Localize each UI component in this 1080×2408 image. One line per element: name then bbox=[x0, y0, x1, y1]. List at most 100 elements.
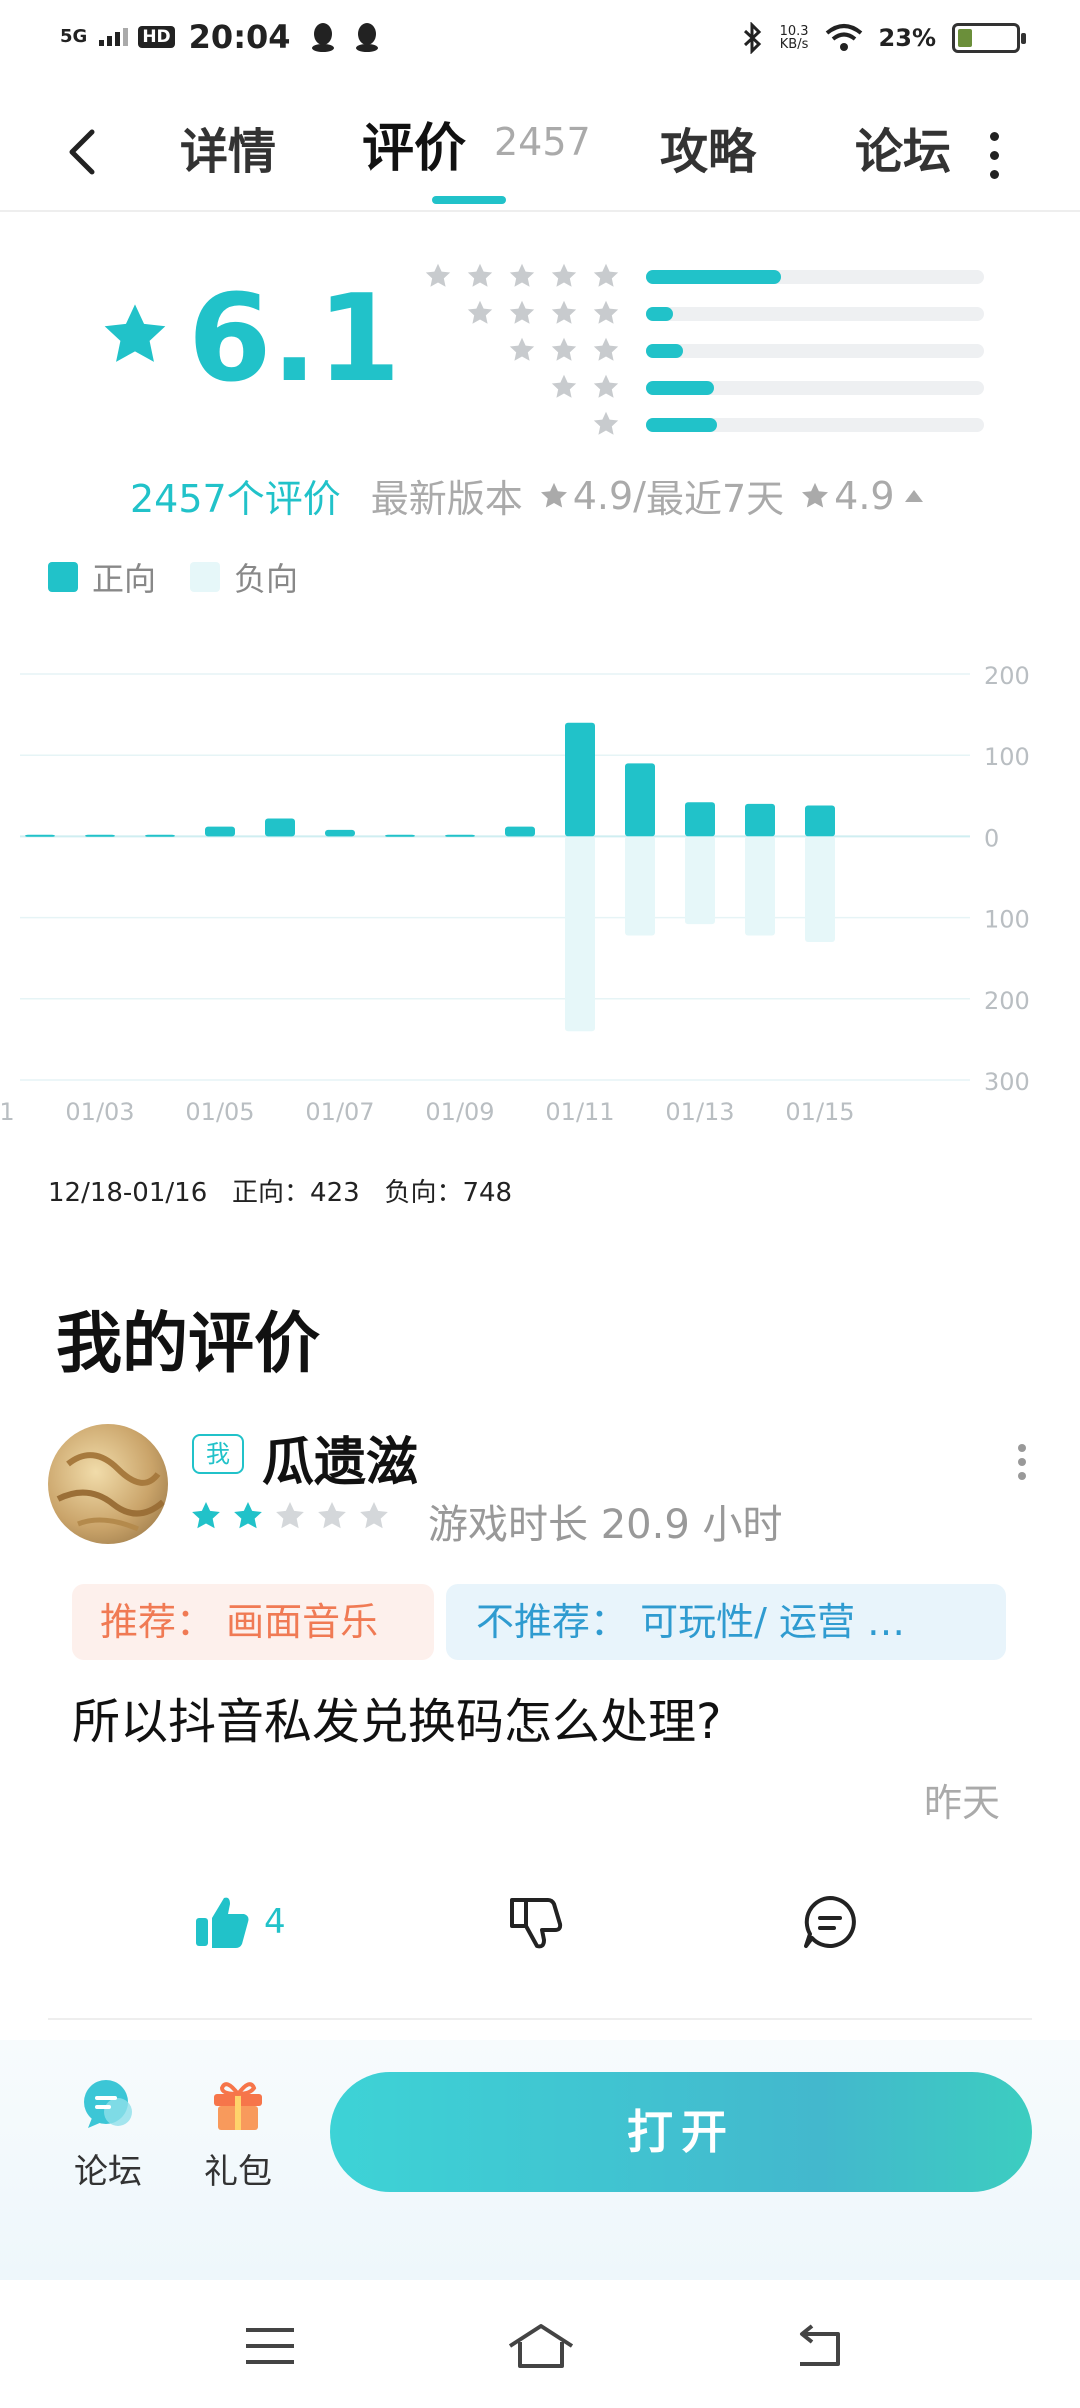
thumbs-down-icon bbox=[510, 1898, 563, 1949]
star-icon bbox=[592, 373, 620, 401]
star-icon bbox=[592, 299, 620, 327]
star-empty-icon bbox=[358, 1500, 390, 1532]
my-review-title: 我的评价 bbox=[56, 1305, 320, 1382]
distribution-row-1-star bbox=[430, 408, 990, 445]
legend-swatch-positive bbox=[48, 562, 78, 592]
star-icon bbox=[276, 1502, 304, 1529]
latest-version-label: 最新版本 bbox=[370, 477, 523, 521]
positive-bar bbox=[85, 834, 115, 837]
gift-button[interactable]: 礼包 bbox=[188, 2074, 288, 2193]
star-icon bbox=[551, 374, 577, 398]
star-icon bbox=[551, 300, 577, 324]
avatar[interactable] bbox=[48, 1424, 168, 1544]
rating-summary: 2457个评价 最新版本 4.9 / 最近7天 4.9 bbox=[130, 468, 923, 523]
menu-icon[interactable] bbox=[240, 2320, 300, 2372]
review-text[interactable]: 所以抖音私发兑换码怎么处理? bbox=[72, 1682, 721, 1752]
score-star-icon bbox=[104, 304, 166, 362]
star-icon bbox=[360, 1502, 388, 1529]
star-icon bbox=[467, 263, 493, 287]
y-tick-label: 0 bbox=[984, 824, 999, 852]
legend-positive-label: 正向 bbox=[92, 560, 157, 598]
gift-label: 礼包 bbox=[204, 2152, 272, 2192]
negative-bar bbox=[565, 836, 595, 1032]
y-tick-label: 100 bbox=[984, 743, 1030, 771]
x-tick-label: 01/09 bbox=[425, 1098, 494, 1126]
not-recommend-tag: 不推荐： 可玩性/ 运营 … bbox=[446, 1584, 1006, 1660]
star-icon bbox=[508, 299, 536, 327]
dislike-button[interactable] bbox=[506, 1892, 566, 1952]
positive-bar bbox=[685, 802, 715, 837]
username[interactable]: 瓜遗滋 bbox=[262, 1420, 418, 1495]
y-tick-label: 200 bbox=[984, 662, 1030, 690]
positive-bar bbox=[445, 834, 475, 837]
star-icon bbox=[592, 336, 620, 364]
collapse-triangle-icon[interactable] bbox=[904, 489, 923, 502]
star-icon bbox=[550, 262, 578, 290]
open-button[interactable]: 打开 bbox=[330, 2072, 1032, 2192]
star-icon bbox=[592, 262, 620, 290]
x-tick-label: 01/01 bbox=[0, 1098, 15, 1126]
star-icon bbox=[234, 1502, 262, 1529]
like-count: 4 bbox=[264, 1902, 286, 1942]
distribution-bar-fill bbox=[646, 418, 717, 432]
home-icon[interactable] bbox=[506, 2320, 576, 2372]
chart-caption: 12/18-01/16 正向：423 负向：748 bbox=[48, 1178, 513, 1208]
star-icon bbox=[508, 336, 536, 364]
review-count-link[interactable]: 2457个评价 bbox=[130, 468, 341, 523]
qq-icon bbox=[355, 23, 378, 52]
more-menu-icon[interactable] bbox=[986, 122, 1002, 182]
status-right: 10.3 KB/s 23% bbox=[742, 22, 1026, 54]
distribution-stars bbox=[550, 373, 620, 401]
comment-button[interactable] bbox=[800, 1892, 860, 1952]
network-speed: 10.3 KB/s bbox=[779, 24, 809, 52]
positive-bar bbox=[205, 826, 235, 837]
distribution-row-5-star bbox=[425, 260, 990, 297]
tab-forum[interactable]: 论坛 bbox=[855, 112, 951, 182]
tab-reviews[interactable]: 评价 bbox=[362, 106, 466, 181]
negative-bar bbox=[625, 836, 655, 936]
y-tick-label: 300 bbox=[984, 1068, 1030, 1096]
review-more-icon[interactable] bbox=[1016, 1438, 1028, 1480]
star-icon bbox=[509, 300, 535, 324]
chart-legend: 正向 负向 bbox=[48, 554, 298, 600]
system-nav-bar bbox=[0, 2280, 1080, 2408]
star-icon bbox=[593, 300, 619, 324]
review-trend-chart: 200 100 0 100 200 300 01/01 01/03 01/05 01/07 01/0… bbox=[0, 662, 1030, 1126]
rating-distribution bbox=[425, 260, 990, 445]
recent-label: 最近7天 bbox=[645, 477, 785, 521]
x-tick-label: 01/07 bbox=[305, 1098, 374, 1126]
star-filled-icon bbox=[232, 1500, 264, 1532]
my-rating-stars bbox=[190, 1500, 390, 1532]
forum-button[interactable]: 论坛 bbox=[58, 2074, 158, 2193]
back-nav-icon[interactable] bbox=[790, 2320, 850, 2372]
distribution-row-3-star bbox=[430, 334, 990, 371]
review-date: 昨天 bbox=[923, 1781, 1000, 1825]
latest-version-score: 4.9 bbox=[572, 473, 634, 518]
hd-badge: HD bbox=[138, 26, 175, 48]
forum-label: 论坛 bbox=[74, 2152, 142, 2192]
star-icon bbox=[550, 299, 578, 327]
star-icon bbox=[593, 337, 619, 361]
bottom-action-bar: 论坛 礼包 打开 bbox=[0, 2040, 1080, 2280]
star-icon bbox=[802, 482, 829, 507]
star-icon bbox=[550, 373, 578, 401]
tab-guides[interactable]: 攻略 bbox=[660, 112, 756, 182]
clock: 20:04 bbox=[188, 18, 291, 56]
distribution-bar-track bbox=[646, 270, 984, 284]
recent-score: 4.9 bbox=[834, 473, 895, 518]
like-button[interactable]: 4 bbox=[192, 1892, 286, 1952]
forum-icon bbox=[84, 2080, 132, 2128]
star-icon bbox=[592, 410, 620, 438]
separator: / bbox=[633, 473, 646, 518]
positive-bar bbox=[265, 818, 295, 837]
tab-details[interactable]: 详情 bbox=[180, 112, 276, 182]
star-icon bbox=[425, 263, 451, 287]
recommend-tag: 推荐： 画面音乐 bbox=[72, 1584, 434, 1660]
star-empty-icon bbox=[274, 1500, 306, 1532]
chevron-left-icon[interactable] bbox=[62, 122, 102, 182]
bluetooth-icon bbox=[743, 22, 761, 54]
distribution-stars bbox=[466, 299, 620, 327]
distribution-row-4-star bbox=[430, 297, 990, 334]
star-icon bbox=[551, 263, 577, 287]
star-filled-icon bbox=[190, 1500, 222, 1532]
